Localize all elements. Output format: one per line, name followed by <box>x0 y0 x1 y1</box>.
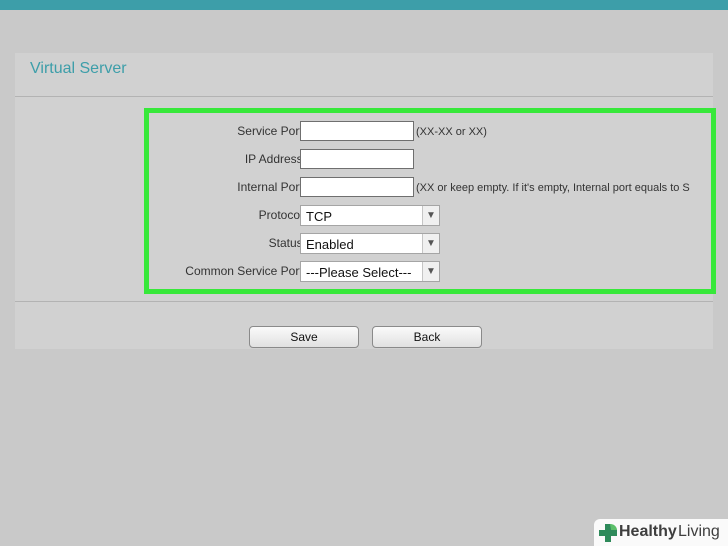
form-highlight-box: Service Port: (XX-XX or XX) IP Address: … <box>144 108 716 294</box>
protocol-selected-value: TCP <box>306 209 332 224</box>
service-port-row: Service Port: (XX-XX or XX) <box>149 121 711 143</box>
internal-port-hint: (XX or keep empty. If it's empty, Intern… <box>416 182 690 194</box>
internal-port-label: Internal Port: <box>237 180 306 194</box>
service-port-input[interactable] <box>300 121 414 141</box>
ip-address-input[interactable] <box>300 149 414 169</box>
watermark-word-healthy: Healthy <box>619 523 677 540</box>
protocol-row: Protocol: TCP ▼ <box>149 205 711 227</box>
common-service-port-label: Common Service Port: <box>185 264 306 278</box>
protocol-label: Protocol: <box>258 208 306 222</box>
ip-address-row: IP Address: <box>149 149 711 171</box>
chevron-down-icon[interactable]: ▼ <box>422 234 439 253</box>
common-service-port-row: Common Service Port: ---Please Select---… <box>149 261 711 283</box>
save-button[interactable]: Save <box>249 326 359 348</box>
chevron-down-icon[interactable]: ▼ <box>422 262 439 281</box>
medical-cross-leaf-icon <box>599 524 617 542</box>
service-port-hint: (XX-XX or XX) <box>416 126 487 138</box>
page-title: Virtual Server <box>30 60 127 77</box>
internal-port-input[interactable] <box>300 177 414 197</box>
watermark-word-living: Living <box>678 523 720 540</box>
top-header-bar <box>0 0 728 10</box>
title-divider <box>15 96 713 97</box>
status-selected-value: Enabled <box>306 237 354 252</box>
healthy-living-watermark: Healthy Living <box>594 519 728 546</box>
back-button[interactable]: Back <box>372 326 482 348</box>
form-divider <box>15 301 713 302</box>
status-row: Status: Enabled ▼ <box>149 233 711 255</box>
protocol-select[interactable]: TCP ▼ <box>300 205 440 226</box>
common-service-port-selected-value: ---Please Select--- <box>306 265 412 280</box>
common-service-port-select[interactable]: ---Please Select--- ▼ <box>300 261 440 282</box>
ip-address-label: IP Address: <box>244 152 306 166</box>
service-port-label: Service Port: <box>237 124 306 138</box>
chevron-down-icon[interactable]: ▼ <box>422 206 439 225</box>
internal-port-row: Internal Port: (XX or keep empty. If it'… <box>149 177 711 199</box>
status-select[interactable]: Enabled ▼ <box>300 233 440 254</box>
